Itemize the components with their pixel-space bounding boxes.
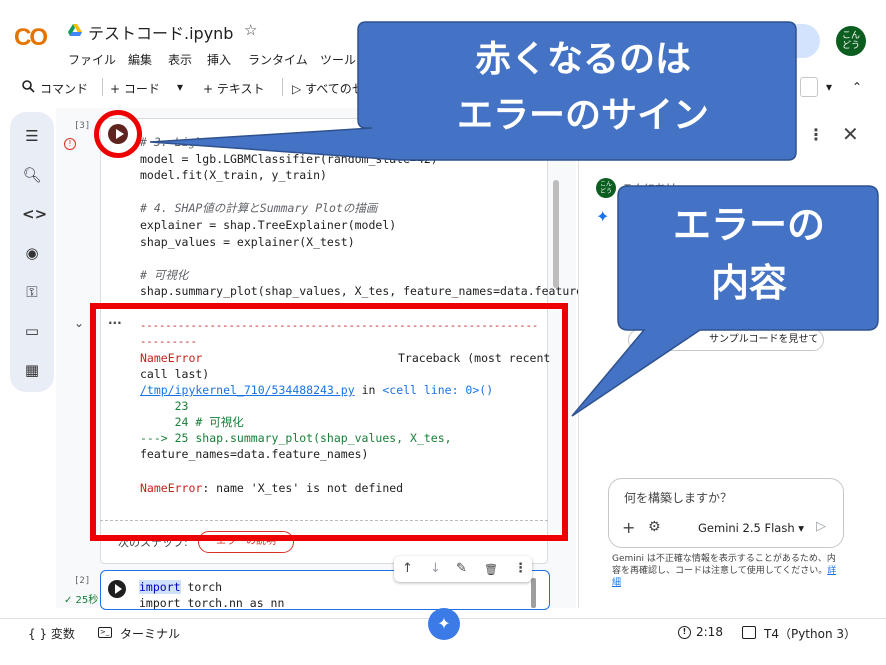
callout-error-content: エラーの 内容 xyxy=(672,203,825,305)
callout-error-sign: 赤くなるのは エラーのサイン xyxy=(456,39,709,136)
